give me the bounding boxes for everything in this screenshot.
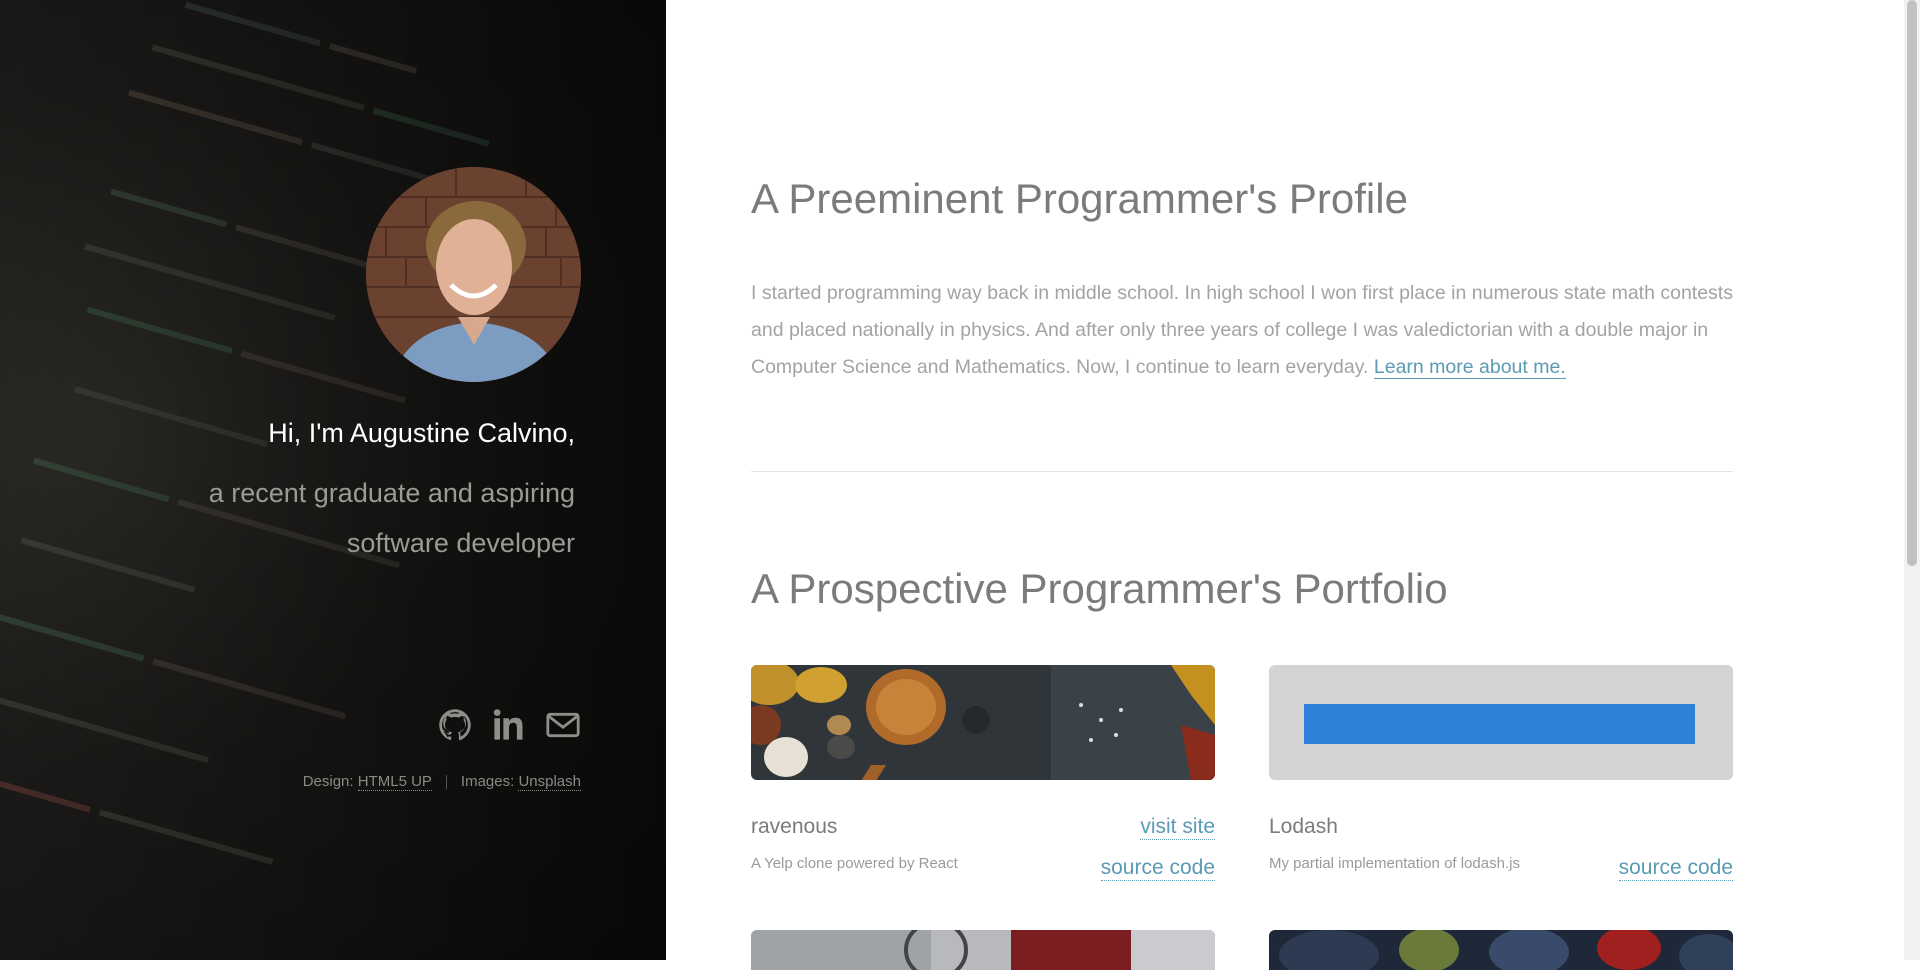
credits-images-label: Images: [460, 773, 515, 790]
about-heading: A Preeminent Programmer's Profile [751, 175, 1408, 222]
project-title: ravenous [751, 815, 838, 838]
colorful-objects-image [1269, 930, 1733, 970]
credits-design-label: Design: [302, 773, 354, 790]
project-card-lodash: Lodash My partial implementation of loda… [1269, 665, 1733, 895]
unsplash-link[interactable]: Unsplash [518, 773, 581, 791]
greeting-tagline: a recent graduate and aspiring software … [208, 478, 575, 558]
credits-divider [445, 775, 447, 790]
tea-cups-image [751, 930, 1215, 970]
greeting-name: Hi, I'm Augustine Calvino, [268, 418, 575, 448]
project-thumbnail-partial[interactable] [1269, 930, 1733, 970]
avatar [366, 167, 581, 382]
spices-image [751, 665, 1215, 780]
source-code-link[interactable]: source code [1618, 856, 1733, 881]
about-paragraph: I started programming way back in middle… [751, 275, 1736, 386]
github-icon[interactable] [437, 707, 473, 743]
linkedin-icon[interactable] [491, 707, 527, 743]
project-description: My partial implementation of lodash.js [1269, 855, 1520, 872]
project-description: A Yelp clone powered by React [751, 855, 958, 872]
visit-site-link[interactable]: visit site [1140, 815, 1215, 840]
html5up-link[interactable]: HTML5 UP [357, 773, 432, 791]
main-content: A Preeminent Programmer's Profile I star… [666, 0, 1904, 970]
learn-more-link[interactable]: Learn more about me. [1373, 356, 1566, 379]
about-text: I started programming way back in middle… [751, 282, 1733, 378]
profile-photo-image [366, 167, 581, 382]
scrollbar[interactable] [1904, 0, 1920, 960]
project-thumbnail-partial[interactable] [751, 930, 1215, 970]
sidebar: Hi, I'm Augustine Calvino, a recent grad… [0, 0, 666, 960]
section-divider [751, 471, 1733, 472]
project-thumbnail[interactable] [751, 665, 1215, 780]
project-card-ravenous: ravenous visit site A Yelp clone powered… [751, 665, 1215, 895]
project-title: Lodash [1269, 815, 1338, 838]
scrollbar-thumb[interactable] [1907, 0, 1917, 566]
lodash-logo-bar [1304, 704, 1695, 744]
project-thumbnail[interactable] [1269, 665, 1733, 780]
portfolio-heading: A Prospective Programmer's Portfolio [751, 565, 1448, 612]
envelope-icon[interactable] [545, 707, 581, 743]
social-links [437, 707, 581, 743]
credits: Design: HTML5 UP Images: Unsplash [302, 773, 581, 791]
source-code-link[interactable]: source code [1100, 856, 1215, 881]
